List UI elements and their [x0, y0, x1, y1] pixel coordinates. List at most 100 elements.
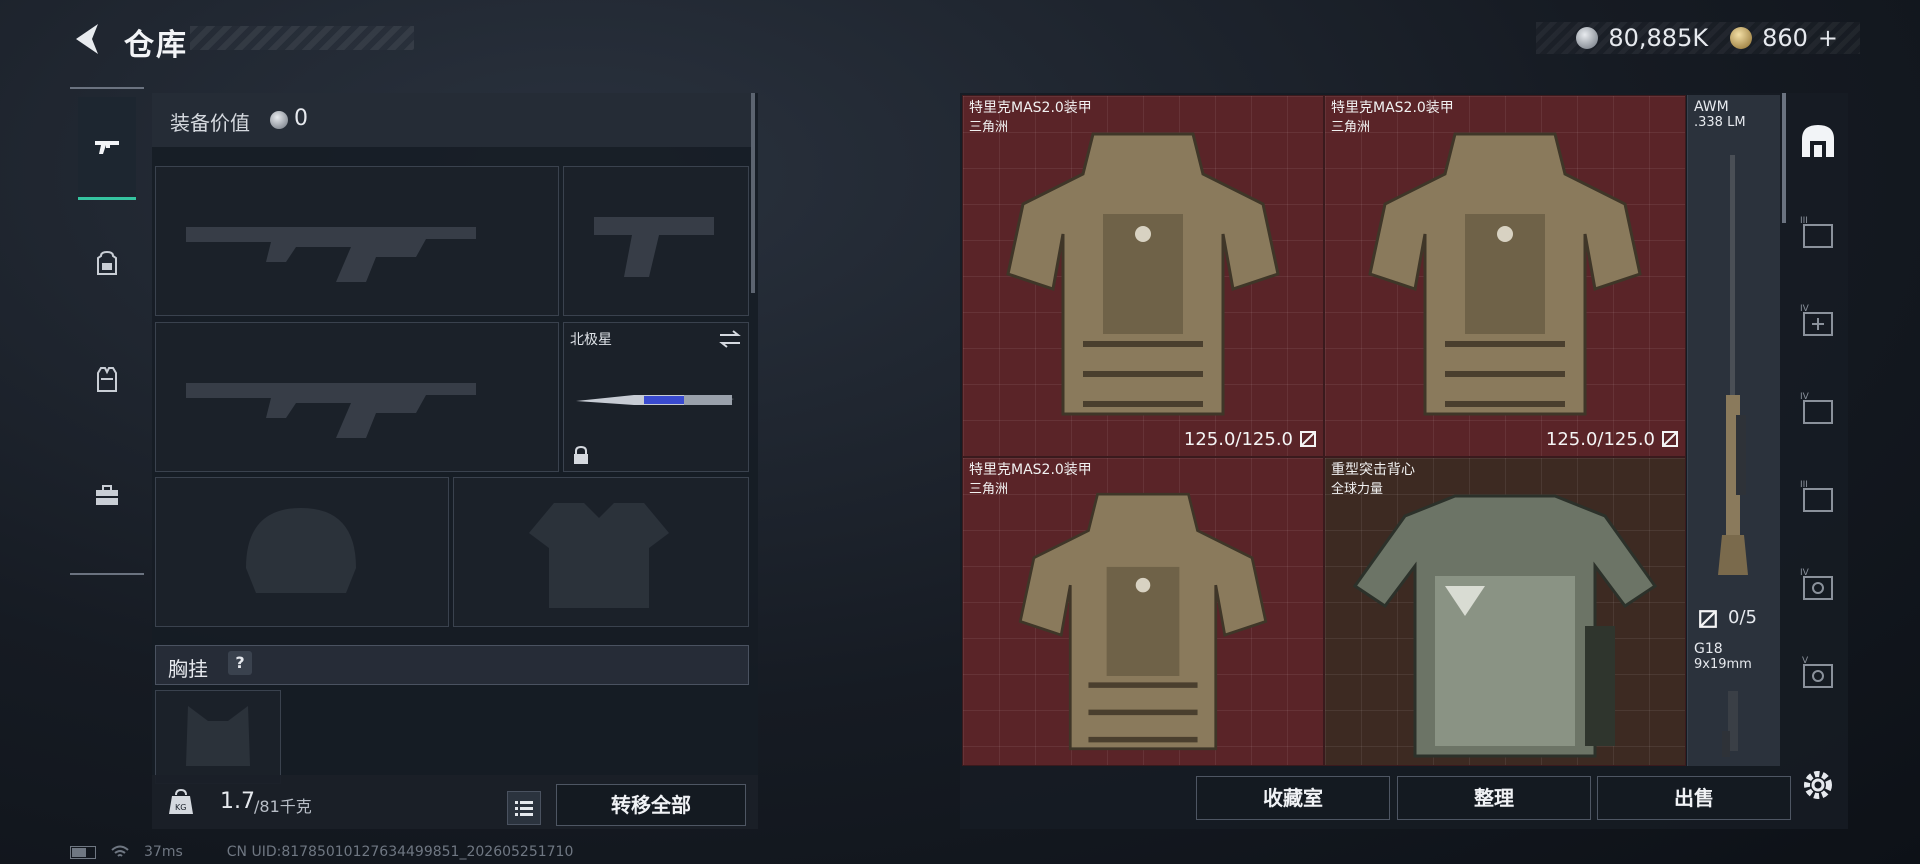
- left-category-nav: [70, 87, 144, 575]
- storage-item-heavy-vest[interactable]: 重型突击背心 全球力量: [1324, 457, 1686, 766]
- medkit-box-icon: IV: [1800, 304, 1833, 336]
- storage-grid: 特里克MAS2.0装甲 三角洲 125.0/125.0 特里克MAS2.0装甲 …: [962, 95, 1687, 766]
- g18-item-name: G18: [1694, 641, 1723, 657]
- svg-text:IV: IV: [1800, 568, 1810, 578]
- storage-tab-column: III IV IV III IV V: [1788, 93, 1848, 764]
- svg-text:IV: IV: [1800, 304, 1810, 314]
- storage-item-armor-1[interactable]: 特里克MAS2.0装甲 三角洲 125.0/125.0: [962, 95, 1324, 457]
- swap-icon[interactable]: [718, 329, 742, 349]
- chest-rig-slot[interactable]: [155, 690, 281, 784]
- storage-box-icon: III: [1800, 216, 1833, 248]
- primary-weapon-slot-1[interactable]: [155, 166, 559, 316]
- svg-text:IV: IV: [1800, 392, 1810, 402]
- durability-icon: [1662, 431, 1678, 447]
- equipment-value: 0: [294, 106, 308, 131]
- rifle-silhouette-icon: [186, 383, 476, 438]
- backpack-icon: [97, 250, 117, 275]
- nav-item-backpack[interactable]: [78, 213, 136, 313]
- help-button[interactable]: ?: [228, 651, 252, 675]
- vest-icon: [97, 367, 117, 392]
- sell-button[interactable]: 出售: [1597, 776, 1791, 820]
- nav-item-weapons[interactable]: [78, 97, 136, 200]
- silver-currency-value: 80,885K: [1608, 24, 1709, 52]
- storage-box-icon: III: [1800, 480, 1833, 512]
- chest-rig-header[interactable]: 胸挂 ?: [155, 645, 749, 685]
- storage-box-icon: IV: [1800, 392, 1833, 424]
- melee-slot[interactable]: 北极星: [563, 322, 749, 472]
- rifle-silhouette-icon: [186, 227, 476, 282]
- equipment-value-label: 装备价值: [170, 111, 250, 135]
- silver-coin-icon: [1576, 27, 1599, 49]
- title-decoration: [190, 26, 414, 50]
- knife-icon: [576, 395, 734, 405]
- nav-item-armor[interactable]: [78, 329, 136, 429]
- storage-scrollbar[interactable]: [1782, 93, 1786, 223]
- g18-caliber: 9x19mm: [1694, 657, 1752, 672]
- weight-bar: KG 1.7 /81千克 转移全部: [152, 775, 758, 829]
- list-icon: [515, 801, 533, 816]
- warehouse-icon: [1802, 125, 1834, 157]
- lock-icon: [574, 445, 588, 464]
- tab-storage-iv-b[interactable]: IV: [1796, 387, 1840, 431]
- settings-button[interactable]: [1798, 765, 1838, 805]
- back-button[interactable]: [70, 20, 104, 58]
- vest-silhouette-icon: [529, 503, 669, 608]
- safe-box-icon: IV: [1800, 568, 1833, 600]
- loadout-panel: 装备价值 0 北极星 胸挂 ? KG 1.7 /81千克 转移全部: [152, 93, 758, 829]
- nav-item-items[interactable]: [78, 445, 136, 545]
- toolbox-icon: [96, 485, 118, 505]
- transfer-all-button[interactable]: 转移全部: [556, 784, 746, 826]
- collection-button[interactable]: 收藏室: [1196, 776, 1390, 820]
- tab-storage-iv-a[interactable]: IV: [1796, 299, 1840, 343]
- svg-text:III: III: [1800, 480, 1808, 490]
- list-view-button[interactable]: [507, 791, 541, 825]
- pistol-image[interactable]: [1712, 691, 1752, 761]
- gold-currency-value: 860: [1762, 24, 1808, 52]
- user-uid: CN UID:81785010127634499851_202605251710: [226, 844, 574, 860]
- body-armor-image: [1006, 132, 1280, 416]
- storage-side-column: AWM .338 LM 0/5 G18 9x19mm: [1687, 95, 1780, 766]
- svg-text:V: V: [1802, 656, 1809, 666]
- loadout-scrollbar[interactable]: [751, 93, 755, 293]
- helmet-silhouette-icon: [246, 508, 356, 593]
- item-durability: 125.0/125.0: [1545, 429, 1655, 450]
- wifi-icon: [111, 845, 129, 857]
- page-title: 仓库: [124, 28, 188, 63]
- awm-caliber: .338 LM: [1694, 115, 1746, 130]
- battery-icon: [70, 845, 96, 859]
- melee-item-name: 北极星: [570, 332, 612, 348]
- rig-silhouette-icon: [186, 706, 250, 766]
- gold-coin-icon: [1730, 27, 1753, 49]
- organize-button[interactable]: 整理: [1397, 776, 1591, 820]
- chest-rig-label: 胸挂: [168, 657, 208, 681]
- storage-panel: 特里克MAS2.0装甲 三角洲 125.0/125.0 特里克MAS2.0装甲 …: [960, 93, 1848, 829]
- pistol-silhouette-icon: [594, 217, 714, 277]
- body-armor-slot[interactable]: [453, 477, 749, 627]
- ping-value: 37ms: [144, 844, 183, 860]
- helmet-slot[interactable]: [155, 477, 449, 627]
- body-armor-image: [1368, 132, 1642, 416]
- storage-item-armor-2[interactable]: 特里克MAS2.0装甲 三角洲 125.0/125.0: [1324, 95, 1686, 457]
- sidearm-slot[interactable]: [563, 166, 749, 316]
- awm-item-name: AWM: [1694, 99, 1729, 115]
- primary-weapon-slot-2[interactable]: [155, 322, 559, 472]
- magazine-icon: [1699, 610, 1717, 628]
- tab-storage-iv-c[interactable]: IV: [1796, 563, 1840, 607]
- currency-bar: 80,885K 860 +: [1536, 22, 1860, 54]
- tab-storage-v[interactable]: V: [1796, 651, 1840, 695]
- heavy-vest-image: [1352, 494, 1658, 758]
- tab-storage-iii-b[interactable]: III: [1796, 475, 1840, 519]
- silver-coin-icon: [270, 111, 288, 129]
- tab-main-storage[interactable]: [1796, 119, 1840, 163]
- gear-icon: [1804, 771, 1832, 799]
- sniper-rifle-image[interactable]: [1708, 155, 1758, 595]
- storage-item-armor-3[interactable]: 特里克MAS2.0装甲 三角洲: [962, 457, 1324, 766]
- tab-storage-iii-a[interactable]: III: [1796, 211, 1840, 255]
- gun-icon: [95, 141, 119, 154]
- weight-kg-icon: KG: [169, 788, 193, 814]
- gold-topup-button[interactable]: +: [1818, 24, 1838, 52]
- body-armor-image: [1018, 492, 1268, 751]
- status-bar: 37ms CN UID:81785010127634499851_2026052…: [70, 843, 573, 861]
- back-arrow-icon: [76, 24, 98, 54]
- magazine-count: 0/5: [1728, 607, 1757, 628]
